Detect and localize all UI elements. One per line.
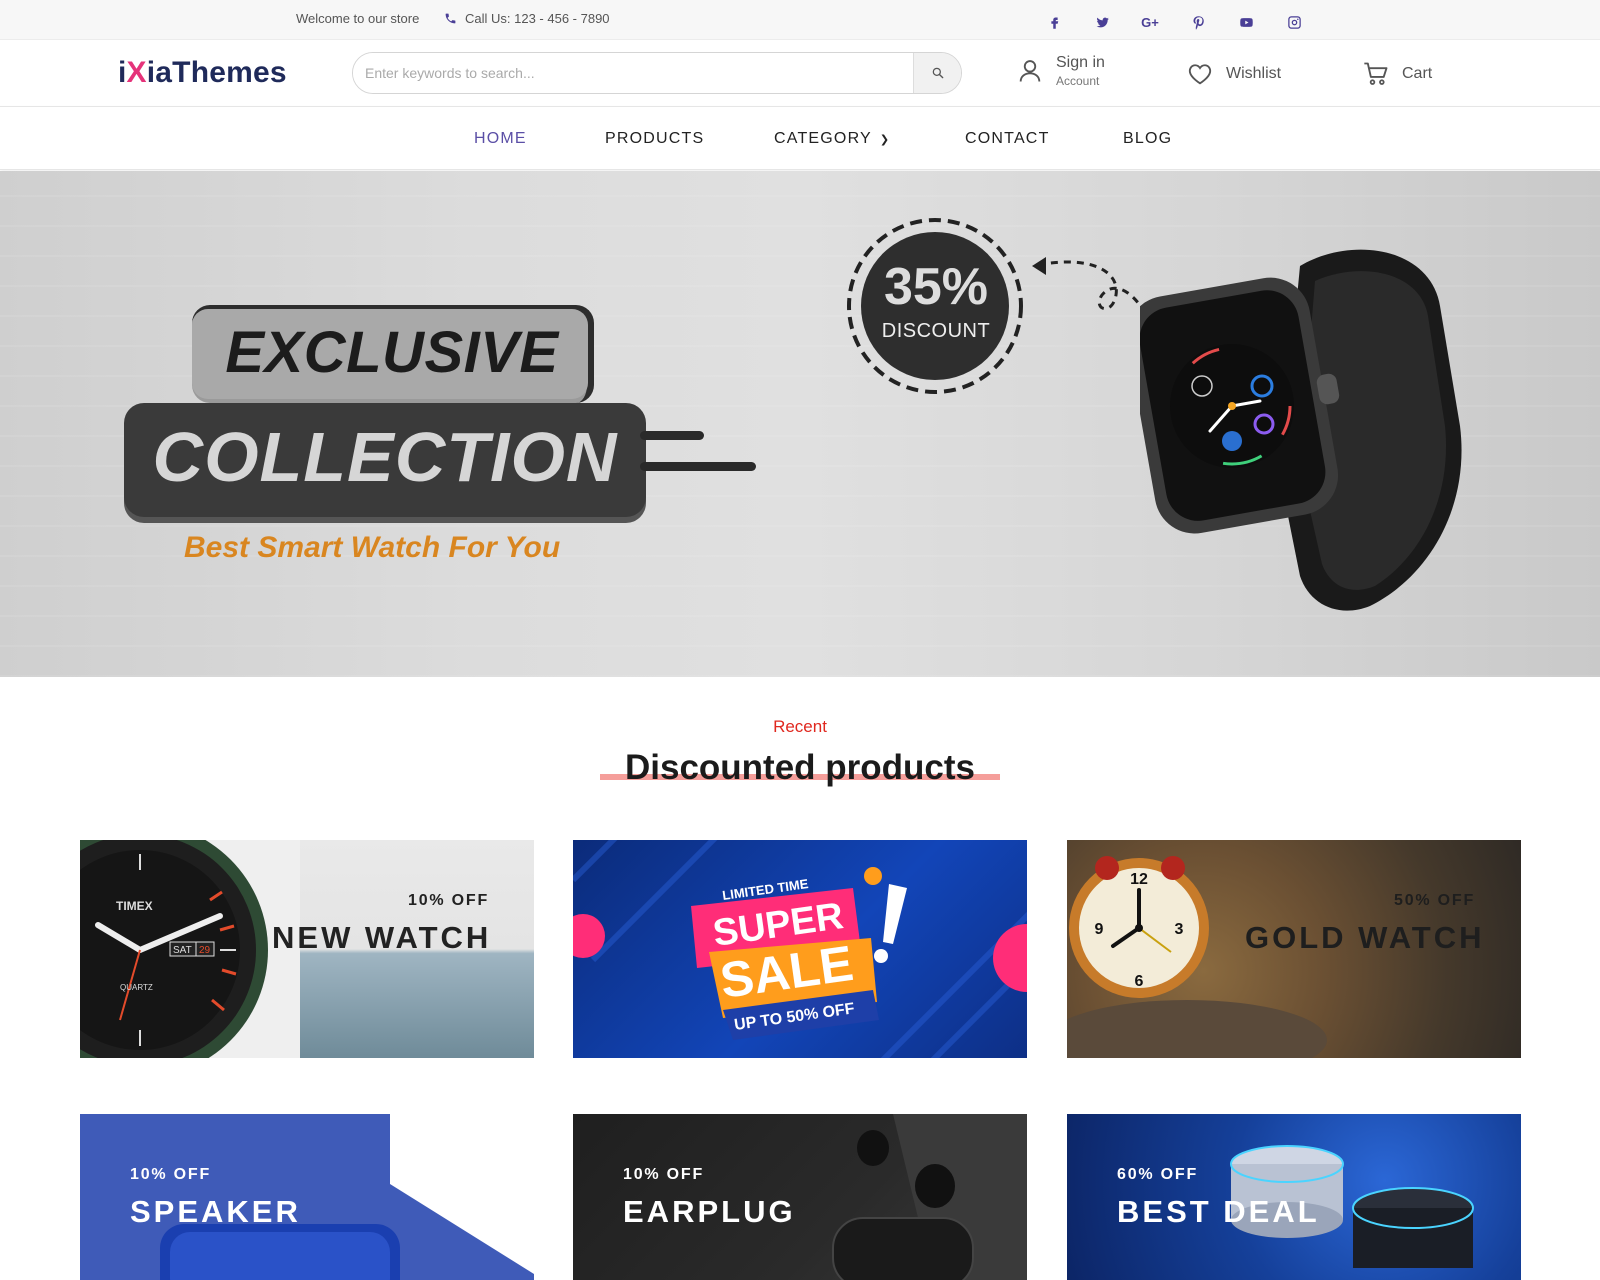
promo-card-best-deal[interactable]: 60% OFF BEST DEAL — [1067, 1114, 1521, 1280]
nav-contact[interactable]: CONTACT — [965, 130, 1050, 148]
card-discount: 50% OFF — [1394, 892, 1476, 909]
account-label: Account — [1056, 74, 1100, 88]
svg-text:6: 6 — [1135, 973, 1144, 990]
nav-products[interactable]: PRODUCTS — [605, 130, 704, 148]
discount-percent: 35% — [883, 258, 989, 316]
nav-blog[interactable]: BLOG — [1123, 130, 1172, 148]
sign-in-label: Sign in — [1056, 54, 1105, 71]
promo-card-earplug[interactable]: 10% OFF EARPLUG — [573, 1114, 1027, 1280]
svg-text:9: 9 — [1095, 921, 1104, 938]
nav-home[interactable]: HOME — [474, 130, 527, 148]
search-icon — [932, 67, 943, 79]
nav-category[interactable]: CATEGORY ❯ — [774, 130, 890, 148]
heart-icon — [1188, 64, 1212, 85]
google-plus-icon[interactable]: G+ — [1126, 12, 1174, 32]
hero-exclusive-text: EXCLUSIVE — [225, 320, 559, 385]
site-header: iXiaThemes Sign in Account Wishlist Cart — [0, 40, 1600, 106]
top-bar: Welcome to our store Call Us: 123 - 456 … — [0, 0, 1600, 40]
phone-info: Call Us: 123 - 456 - 7890 — [444, 11, 610, 26]
promo-card-super-sale[interactable]: LIMITED TIME SUPER SALE UP TO 50% OFF — [573, 840, 1027, 1058]
chevron-down-icon: ❯ — [879, 134, 891, 146]
facebook-icon[interactable] — [1030, 12, 1078, 32]
instagram-icon[interactable] — [1270, 12, 1318, 32]
promo-card-new-watch[interactable]: TIMEX SAT 29 QUARTZ 10% OFF NEW WATCH — [80, 840, 534, 1058]
card-discount: 10% OFF — [623, 1166, 705, 1183]
youtube-icon[interactable] — [1222, 12, 1270, 32]
hero-banner[interactable]: EXCLUSIVE COLLECTION Best Smart Watch Fo… — [0, 171, 1600, 677]
cart-icon — [1364, 62, 1388, 85]
hero-collection-text: COLLECTION — [152, 418, 618, 496]
card-discount: 60% OFF — [1117, 1166, 1199, 1183]
card-title: SPEAKER — [130, 1194, 301, 1229]
cart-label: Cart — [1402, 65, 1433, 82]
card-discount: 10% OFF — [408, 892, 490, 909]
svg-text:29: 29 — [199, 945, 211, 956]
section-title: Discounted products — [624, 748, 976, 787]
svg-text:QUARTZ: QUARTZ — [120, 983, 153, 992]
phone-text: Call Us: 123 - 456 - 7890 — [465, 11, 610, 26]
nav-category-label: CATEGORY — [774, 130, 872, 147]
card-title: BEST DEAL — [1117, 1194, 1320, 1229]
decor-line — [640, 462, 756, 471]
card-title: EARPLUG — [623, 1194, 796, 1229]
svg-text:12: 12 — [1130, 871, 1148, 888]
smartwatch-image — [1140, 249, 1462, 611]
search-button[interactable] — [913, 53, 961, 93]
discount-label: DISCOUNT — [881, 320, 991, 342]
user-icon — [1019, 60, 1041, 82]
decor-line — [640, 431, 704, 440]
twitter-icon[interactable] — [1078, 12, 1126, 32]
section-subtitle: Recent — [773, 717, 827, 736]
wishlist-label: Wishlist — [1226, 65, 1282, 82]
svg-text:SAT: SAT — [173, 945, 192, 956]
promo-card-gold-watch[interactable]: 12 3 6 9 50% OFF GOLD WATCH — [1067, 840, 1521, 1058]
super-sale-graphic: LIMITED TIME SUPER SALE UP TO 50% OFF — [573, 840, 1027, 1058]
search-input[interactable] — [353, 53, 913, 93]
pinterest-icon[interactable] — [1174, 12, 1222, 32]
phone-icon — [445, 13, 456, 24]
main-nav: HOME PRODUCTS CATEGORY ❯ CONTACT BLOG — [0, 106, 1600, 170]
svg-text:3: 3 — [1175, 921, 1184, 938]
card-title: NEW WATCH — [272, 920, 492, 955]
sign-in-link[interactable]: Sign in Account — [1016, 54, 1105, 88]
site-logo[interactable]: iXiaThemes — [118, 56, 287, 90]
cart-link[interactable]: Cart — [1362, 60, 1432, 88]
social-links: G+ — [1030, 12, 1318, 32]
svg-text:TIMEX: TIMEX — [116, 899, 153, 913]
welcome-text: Welcome to our store — [296, 11, 420, 26]
wishlist-link[interactable]: Wishlist — [1186, 60, 1281, 88]
promo-card-speaker[interactable]: 10% OFF SPEAKER — [80, 1114, 534, 1280]
card-discount: 10% OFF — [130, 1166, 212, 1183]
search-bar — [352, 52, 962, 94]
hero-tagline: Best Smart Watch For You — [184, 531, 561, 564]
card-title: GOLD WATCH — [1245, 920, 1485, 955]
